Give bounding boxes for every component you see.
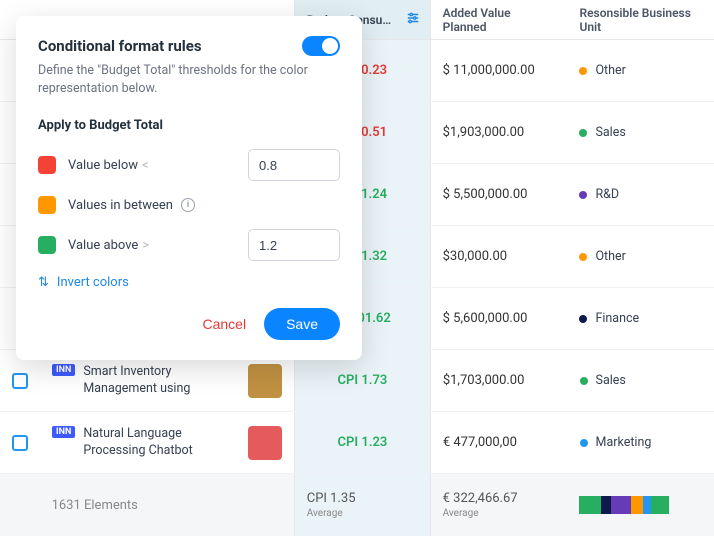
avatar[interactable]	[248, 426, 282, 460]
value-cell: $ 11,000,000.00	[431, 40, 568, 101]
unit-dot-icon	[579, 129, 587, 137]
footer-value-avg: € 322,466.67 Average	[431, 474, 568, 536]
table-footer: 1631 Elements CPI 1.35 Average € 322,466…	[0, 474, 714, 536]
row-name: Natural Language Processing Chatbot	[83, 426, 223, 459]
row-name: Smart Inventory Management using	[83, 364, 223, 397]
rule-between-label: Values in between	[68, 198, 173, 213]
gt-icon: >	[142, 238, 149, 253]
type-badge: INN	[52, 426, 75, 438]
swap-icon: ⇅	[38, 275, 49, 290]
value-cell: $1,903,000.00	[431, 102, 568, 163]
footer-unit-bars	[567, 474, 714, 536]
swatch-amber-icon	[38, 196, 56, 214]
value-cell: $30,000.00	[431, 226, 568, 287]
rule-above-label: Value above	[68, 238, 138, 253]
swatch-green-icon	[38, 236, 56, 254]
swatch-red-icon	[38, 156, 56, 174]
col-value-header[interactable]: Added Value Planned	[431, 0, 568, 39]
cpi-cell: CPI 1.23	[294, 412, 431, 473]
filter-adjust-icon[interactable]	[406, 11, 420, 28]
rule-above: Value above >	[38, 227, 340, 263]
type-badge: INN	[52, 364, 75, 376]
unit-label: Marketing	[596, 435, 652, 450]
rule-between: Values in between i	[38, 187, 340, 223]
lt-icon: <	[142, 158, 149, 173]
unit-label: Other	[595, 249, 625, 264]
conditional-format-panel: Conditional format rules Define the "Bud…	[16, 16, 362, 360]
value-cell: $ 5,600,000.00	[431, 288, 568, 349]
table-row[interactable]: INN Natural Language Processing Chatbot CP…	[0, 412, 714, 474]
rule-below: Value below <	[38, 147, 340, 183]
row-checkbox[interactable]	[12, 373, 28, 389]
value-cell: € 477,000,00	[431, 412, 568, 473]
rule-above-input[interactable]	[248, 229, 340, 261]
unit-dot-icon	[579, 253, 587, 261]
unit-dot-icon	[579, 191, 587, 199]
unit-dot-icon	[579, 67, 587, 75]
cancel-button[interactable]: Cancel	[202, 316, 246, 332]
panel-description: Define the "Budget Total" thresholds for…	[38, 62, 340, 98]
save-button[interactable]: Save	[264, 308, 340, 340]
unit-label: Other	[595, 63, 625, 78]
unit-distribution-chart	[579, 496, 669, 514]
unit-dot-icon	[579, 315, 587, 323]
rule-below-input[interactable]	[248, 149, 340, 181]
unit-label: Finance	[595, 311, 639, 326]
unit-dot-icon	[580, 377, 588, 385]
panel-apply-label: Apply to Budget Total	[38, 118, 340, 133]
unit-dot-icon	[580, 439, 588, 447]
value-cell: $1,703,000.00	[431, 350, 568, 411]
footer-cpi-avg: CPI 1.35 Average	[294, 474, 431, 536]
rule-below-label: Value below	[68, 158, 138, 173]
unit-label: R&D	[595, 187, 619, 202]
footer-count: 1631 Elements	[40, 474, 235, 536]
value-cell: $ 5,500,000.00	[431, 164, 568, 225]
unit-label: Sales	[595, 125, 625, 140]
row-checkbox[interactable]	[12, 435, 28, 451]
avatar[interactable]	[248, 364, 282, 398]
col-unit-header[interactable]: Resonsible Business Unit	[567, 0, 714, 39]
unit-label: Sales	[596, 373, 626, 388]
invert-colors-button[interactable]: ⇅ Invert colors	[38, 275, 340, 290]
panel-title: Conditional format rules	[38, 37, 202, 55]
panel-toggle[interactable]	[302, 36, 340, 56]
info-icon[interactable]: i	[181, 198, 195, 212]
